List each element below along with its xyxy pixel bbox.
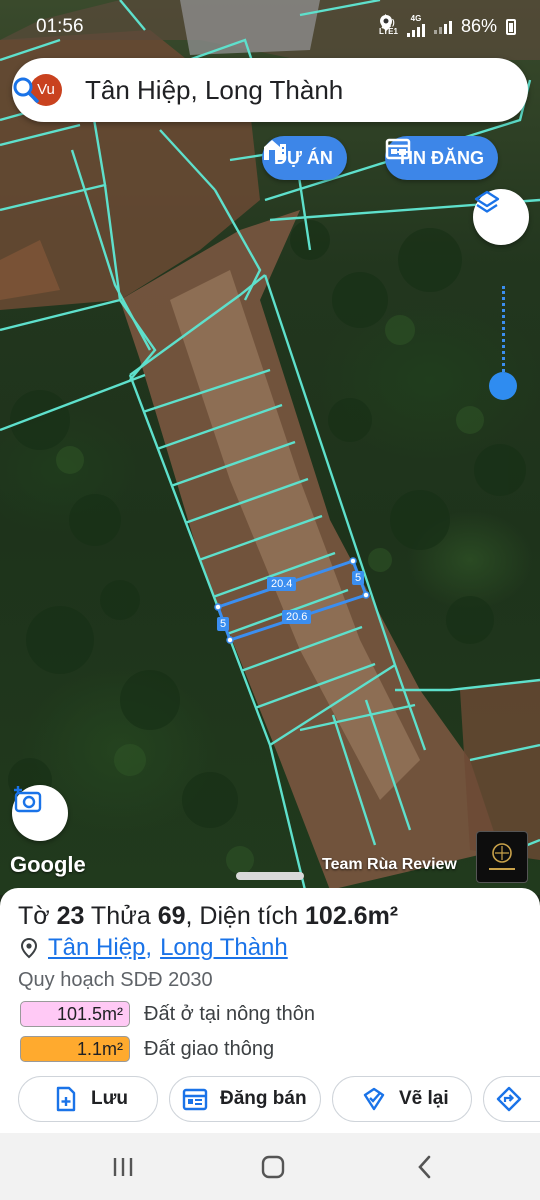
satellite-map[interactable]: 20.4 20.6 5 5 01:56 Vo) LTE1 4G 86% <box>0 0 540 895</box>
sell-button[interactable]: Đăng bán <box>169 1076 321 1122</box>
search-query[interactable]: Tân Hiệp, Long Thành <box>85 75 343 106</box>
zone-row-traffic: 1.1m² Đất giao thông <box>20 1036 274 1062</box>
layers-icon <box>474 190 500 213</box>
network-type-label: 4G <box>410 14 422 23</box>
turtle-logo-icon <box>489 843 515 870</box>
ward-link[interactable]: Tân Hiệp <box>48 934 145 962</box>
watermark-logo <box>476 831 528 883</box>
recent-apps-button[interactable] <box>108 1153 138 1181</box>
measure-label-left: 5 <box>217 617 230 631</box>
zone-label: Đất ở tại nông thôn <box>144 1002 316 1025</box>
listing-button[interactable]: TIN ĐĂNG <box>385 136 498 180</box>
add-photo-icon <box>14 786 42 813</box>
sheet-number: 23 <box>56 902 85 930</box>
zone-area-badge: 1.1m² <box>20 1036 130 1062</box>
project-button[interactable]: DỰ ÁN <box>262 136 347 180</box>
google-logo: Google <box>10 852 86 877</box>
parcel-info-sheet: Tờ 23 Thửa 69, Diện tích 102.6m² Tân Hiệ… <box>0 888 540 1133</box>
measure-label-right: 5 <box>352 571 365 585</box>
zone-row-residential: 101.5m² Đất ở tại nông thôn <box>20 1001 315 1027</box>
redraw-button[interactable]: Vẽ lại <box>332 1076 472 1122</box>
redraw-label: Vẽ lại <box>399 1088 449 1109</box>
save-button[interactable]: Lưu <box>18 1076 158 1122</box>
home-button[interactable] <box>258 1153 288 1181</box>
calendar-list-icon <box>182 1088 208 1111</box>
status-bar: 01:56 Vo) LTE1 4G 86% <box>0 0 540 52</box>
add-document-icon <box>56 1086 76 1112</box>
plot-number: 69 <box>157 902 186 930</box>
location-pin-icon <box>20 937 38 959</box>
back-button[interactable] <box>410 1153 440 1181</box>
opacity-slider-handle[interactable] <box>489 372 517 400</box>
action-row: Lưu Đăng bán Vẽ lại <box>0 1076 540 1122</box>
listing-icon <box>385 138 411 160</box>
signal-icon-2 <box>433 20 452 34</box>
zone-area-badge: 101.5m² <box>20 1001 130 1027</box>
zone-label: Đất giao thông <box>144 1037 275 1060</box>
clock: 01:56 <box>36 16 84 37</box>
search-icon[interactable] <box>12 76 40 104</box>
location-icon <box>380 15 392 31</box>
buildings-icon <box>264 140 286 160</box>
parcel-location: Tân Hiệp, Long Thành <box>20 934 288 962</box>
sheet-drag-handle[interactable] <box>236 872 304 880</box>
directions-button[interactable] <box>483 1076 540 1122</box>
sell-label: Đăng bán <box>220 1088 307 1109</box>
title-mid: Thửa <box>84 902 158 930</box>
redraw-icon <box>363 1087 385 1111</box>
signal-icon <box>406 23 425 37</box>
measure-label-bottom: 20.6 <box>282 610 312 624</box>
layers-button[interactable] <box>473 189 529 245</box>
battery-percent: 86% <box>460 16 497 36</box>
camera-button[interactable] <box>12 785 68 841</box>
watermark-text: Team Rùa Review <box>322 856 457 873</box>
district-link[interactable]: Long Thành <box>160 934 288 962</box>
network-type: 4G <box>406 14 425 39</box>
system-nav-bar <box>0 1133 540 1200</box>
area-label: , Diện tích <box>185 902 306 930</box>
location-separator: , <box>145 934 153 961</box>
directions-icon <box>496 1086 522 1112</box>
parcel-area: 102.6m² <box>305 902 399 930</box>
map-terrain <box>0 0 540 891</box>
plan-label: Quy hoạch SDĐ 2030 <box>18 969 213 991</box>
opacity-slider-track[interactable] <box>502 286 505 378</box>
save-label: Lưu <box>91 1088 128 1109</box>
battery-icon <box>506 18 516 35</box>
title-prefix: Tờ <box>18 902 57 930</box>
measure-label-top: 20.4 <box>267 577 297 591</box>
recent-apps-icon <box>113 1158 133 1176</box>
back-icon <box>418 1155 431 1179</box>
parcel-title: Tờ 23 Thửa 69, Diện tích 102.6m² <box>18 902 398 931</box>
home-icon <box>261 1155 285 1179</box>
search-bar[interactable]: Vu Tân Hiệp, Long Thành <box>12 58 528 122</box>
